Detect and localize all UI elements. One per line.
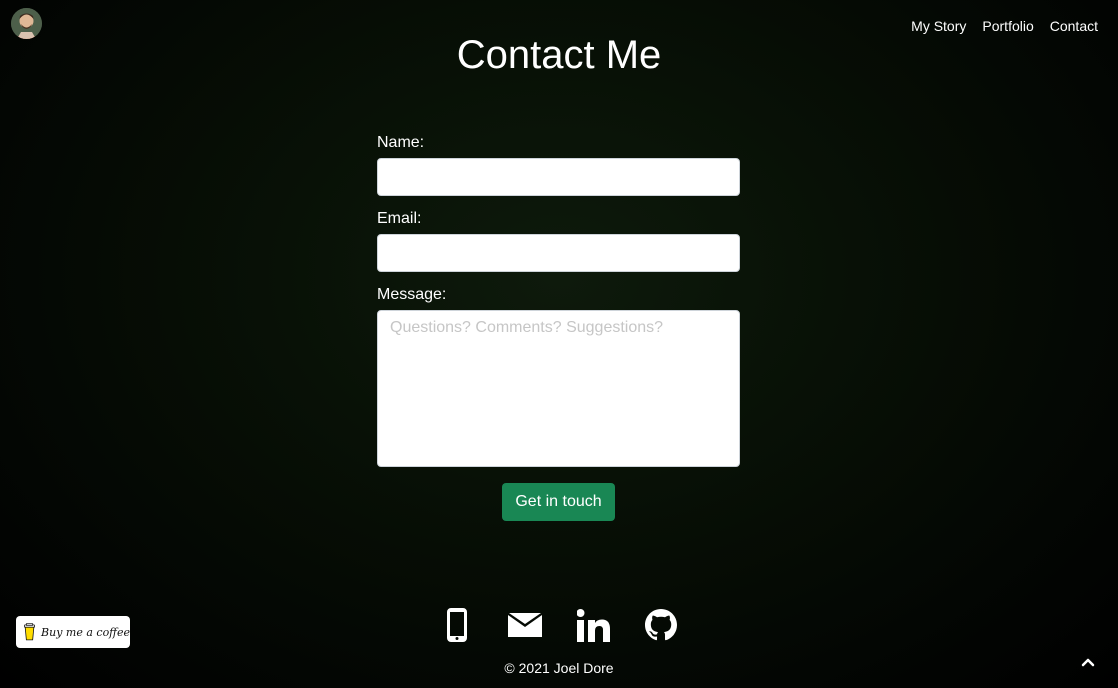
get-in-touch-button[interactable]: Get in touch	[502, 483, 615, 521]
buy-me-coffee-button[interactable]: Buy me a coffee	[16, 616, 130, 648]
github-icon	[645, 609, 677, 641]
coffee-cup-icon	[24, 623, 36, 641]
buy-me-coffee-label: Buy me a coffee	[41, 625, 130, 639]
nav-link-my-story[interactable]: My Story	[911, 18, 966, 34]
scroll-to-top-button[interactable]	[1080, 654, 1096, 670]
linkedin-link[interactable]	[559, 607, 627, 643]
phone-link[interactable]	[423, 607, 491, 643]
email-label: Email:	[377, 210, 422, 227]
chevron-up-icon	[1081, 658, 1095, 667]
nav-link-portfolio[interactable]: Portfolio	[982, 18, 1033, 34]
phone-icon	[447, 608, 467, 642]
top-nav: My Story Portfolio Contact	[911, 18, 1098, 34]
social-links	[0, 607, 1118, 643]
name-input[interactable]	[377, 158, 740, 196]
github-link[interactable]	[627, 607, 695, 643]
email-input[interactable]	[377, 234, 740, 272]
contact-form: Name: Email: Message:	[377, 134, 740, 467]
copyright-text: © 2021 Joel Dore	[504, 660, 614, 676]
email-link[interactable]	[491, 607, 559, 643]
email-icon	[508, 613, 542, 637]
message-textarea[interactable]	[377, 310, 740, 467]
linkedin-icon	[576, 608, 610, 642]
page-title: Contact Me	[456, 33, 662, 77]
nav-link-contact[interactable]: Contact	[1050, 18, 1098, 34]
message-label: Message:	[377, 286, 447, 303]
name-label: Name:	[377, 134, 425, 151]
